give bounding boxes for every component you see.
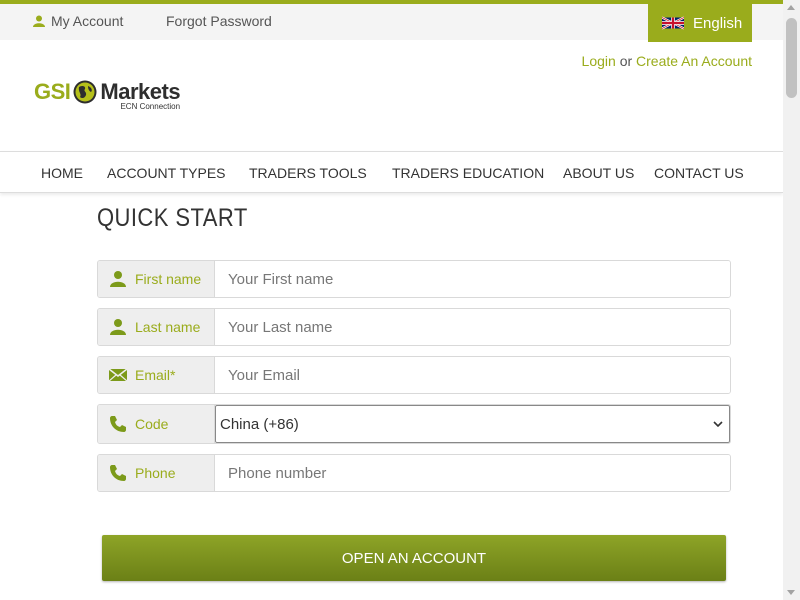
nav-account-types[interactable]: ACCOUNT TYPES — [107, 165, 226, 181]
last-name-input[interactable] — [215, 309, 730, 345]
email-label-cell: Email* — [98, 357, 215, 393]
site-logo[interactable]: GSI Markets ECN Connection — [34, 79, 181, 115]
page: My Account Forgot Password English Login… — [0, 0, 783, 600]
phone-input[interactable] — [215, 455, 730, 491]
create-account-link[interactable]: Create An Account — [636, 53, 752, 69]
phone-icon — [110, 465, 126, 481]
last-name-label: Last name — [135, 319, 201, 335]
forgot-password-link[interactable]: Forgot Password — [166, 13, 272, 29]
country-code-select[interactable]: China (+86) — [215, 405, 730, 443]
vertical-scrollbar[interactable] — [783, 0, 800, 600]
phone-icon — [110, 416, 126, 432]
first-name-label: First name — [135, 271, 202, 287]
uk-flag-icon — [662, 16, 684, 30]
code-label-cell: Code — [98, 405, 215, 443]
first-name-row: First name — [97, 260, 731, 298]
auth-links: Login or Create An Account — [582, 53, 752, 69]
nav-about-us[interactable]: ABOUT US — [563, 165, 634, 181]
language-selector[interactable]: English — [648, 4, 752, 42]
my-account-label: My Account — [51, 13, 124, 29]
logo-tagline: ECN Connection — [120, 102, 181, 111]
first-name-input[interactable] — [215, 261, 730, 297]
or-text: or — [619, 53, 633, 69]
last-name-row: Last name — [97, 308, 731, 346]
chevron-down-icon — [713, 421, 723, 427]
logo-markets-group: Markets ECN Connection — [100, 79, 180, 111]
email-row: Email* — [97, 356, 731, 394]
open-account-button[interactable]: OPEN AN ACCOUNT — [102, 535, 726, 581]
country-code-value: China (+86) — [220, 415, 299, 433]
scroll-down-arrow-icon[interactable] — [787, 590, 795, 595]
last-name-label-cell: Last name — [98, 309, 215, 345]
login-link[interactable]: Login — [582, 53, 616, 69]
email-input[interactable] — [215, 357, 730, 393]
nav-home[interactable]: HOME — [41, 165, 83, 181]
email-label: Email* — [135, 367, 176, 383]
phone-label-cell: Phone — [98, 455, 215, 491]
user-icon — [110, 271, 126, 287]
logo-gsi-text: GSI — [34, 79, 71, 104]
user-icon — [33, 15, 45, 27]
user-icon — [110, 319, 126, 335]
language-label: English — [693, 14, 743, 32]
first-name-label-cell: First name — [98, 261, 215, 297]
scroll-up-arrow-icon[interactable] — [787, 5, 795, 10]
nav-traders-education[interactable]: TRADERS EDUCATION — [392, 165, 544, 181]
my-account-link[interactable]: My Account — [33, 13, 123, 29]
phone-label: Phone — [135, 465, 176, 481]
nav-contact-us[interactable]: CONTACT US — [654, 165, 744, 181]
nav-traders-tools[interactable]: TRADERS TOOLS — [249, 165, 367, 181]
phone-row: Phone — [97, 454, 731, 492]
envelope-icon — [109, 368, 127, 382]
code-label: Code — [135, 416, 169, 432]
main-nav: HOME ACCOUNT TYPES TRADERS TOOLS TRADERS… — [0, 151, 783, 193]
globe-icon — [73, 80, 97, 104]
scrollbar-thumb[interactable] — [786, 18, 797, 98]
code-row: Code China (+86) — [97, 404, 731, 444]
form-title: QUICK START — [97, 204, 248, 232]
